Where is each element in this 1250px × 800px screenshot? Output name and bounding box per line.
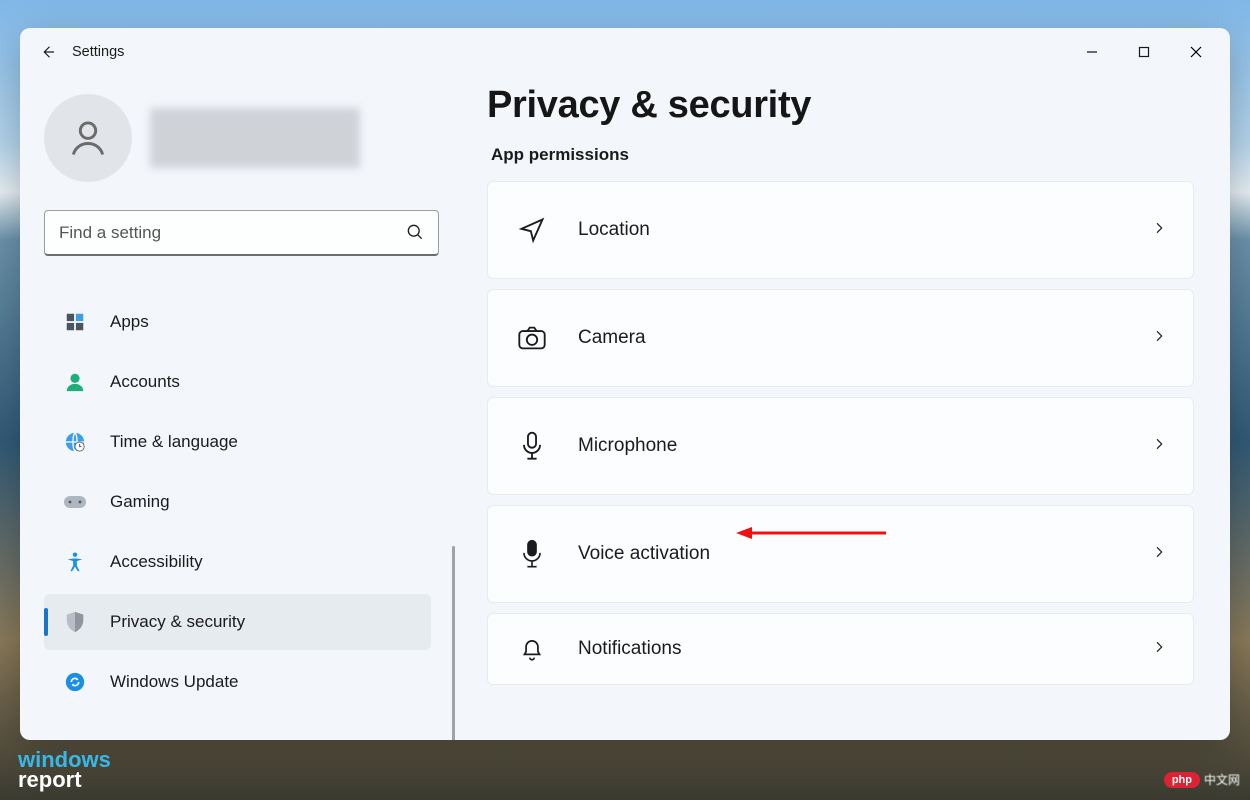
arrow-left-icon: [39, 43, 57, 61]
microphone-icon: [514, 431, 550, 461]
card-label: Camera: [578, 327, 646, 349]
accounts-icon: [62, 369, 88, 395]
card-label: Notifications: [578, 638, 682, 660]
card-notifications[interactable]: Notifications: [487, 613, 1194, 685]
chevron-right-icon: [1151, 436, 1167, 457]
chevron-right-icon: [1151, 220, 1167, 241]
voice-activation-icon: [514, 539, 550, 569]
chevron-right-icon: [1151, 328, 1167, 349]
permissions-list: Location Camera: [487, 181, 1194, 685]
time-language-icon: [62, 429, 88, 455]
sidebar-item-label: Apps: [110, 312, 149, 332]
sidebar-item-label: Privacy & security: [110, 612, 245, 632]
card-location[interactable]: Location: [487, 181, 1194, 279]
minimize-icon: [1086, 46, 1098, 58]
update-icon: [62, 669, 88, 695]
minimize-button[interactable]: [1066, 28, 1118, 76]
search-box[interactable]: [44, 210, 439, 256]
watermark-right: php 中文网: [1164, 771, 1240, 788]
window-title: Settings: [72, 44, 124, 60]
location-icon: [514, 216, 550, 244]
sidebar-item-gaming[interactable]: Gaming: [44, 474, 431, 530]
search-icon: [405, 222, 425, 247]
titlebar: Settings: [20, 28, 1230, 76]
chevron-right-icon: [1151, 639, 1167, 660]
sidebar-item-label: Windows Update: [110, 672, 239, 692]
watermark-left: windows report: [18, 750, 111, 790]
card-camera[interactable]: Camera: [487, 289, 1194, 387]
window-controls: [1066, 28, 1222, 76]
sidebar-item-time[interactable]: Time & language: [44, 414, 431, 470]
person-icon: [66, 116, 110, 160]
desktop-wallpaper: Settings: [0, 0, 1250, 800]
close-icon: [1190, 46, 1202, 58]
sidebar-item-apps[interactable]: Apps: [44, 294, 431, 350]
shield-icon: [62, 609, 88, 635]
gaming-icon: [62, 489, 88, 515]
search-input[interactable]: [44, 210, 439, 256]
chevron-right-icon: [1151, 544, 1167, 565]
sidebar: Apps Accounts Time & language: [20, 76, 455, 740]
card-label: Voice activation: [578, 543, 710, 565]
accessibility-icon: [62, 549, 88, 575]
sidebar-item-accounts[interactable]: Accounts: [44, 354, 431, 410]
sidebar-item-label: Accessibility: [110, 552, 203, 572]
card-label: Microphone: [578, 435, 677, 457]
bell-icon: [514, 635, 550, 663]
account-block[interactable]: [44, 94, 431, 182]
sidebar-nav: Apps Accounts Time & language: [44, 294, 431, 710]
sidebar-item-label: Gaming: [110, 492, 170, 512]
apps-icon: [62, 309, 88, 335]
maximize-button[interactable]: [1118, 28, 1170, 76]
card-label: Location: [578, 219, 650, 241]
card-voice-activation[interactable]: Voice activation: [487, 505, 1194, 603]
maximize-icon: [1138, 46, 1150, 58]
back-button[interactable]: [28, 32, 68, 72]
avatar: [44, 94, 132, 182]
sidebar-item-update[interactable]: Windows Update: [44, 654, 431, 710]
section-heading: App permissions: [491, 145, 1194, 165]
sidebar-item-accessibility[interactable]: Accessibility: [44, 534, 431, 590]
card-microphone[interactable]: Microphone: [487, 397, 1194, 495]
close-button[interactable]: [1170, 28, 1222, 76]
sidebar-item-privacy[interactable]: Privacy & security: [44, 594, 431, 650]
page-title: Privacy & security: [487, 84, 1194, 127]
main-panel: Privacy & security App permissions Locat…: [455, 76, 1230, 740]
settings-window: Settings: [20, 28, 1230, 740]
sidebar-item-label: Accounts: [110, 372, 180, 392]
sidebar-item-label: Time & language: [110, 432, 238, 452]
camera-icon: [514, 325, 550, 351]
account-name-redacted: [150, 108, 360, 168]
